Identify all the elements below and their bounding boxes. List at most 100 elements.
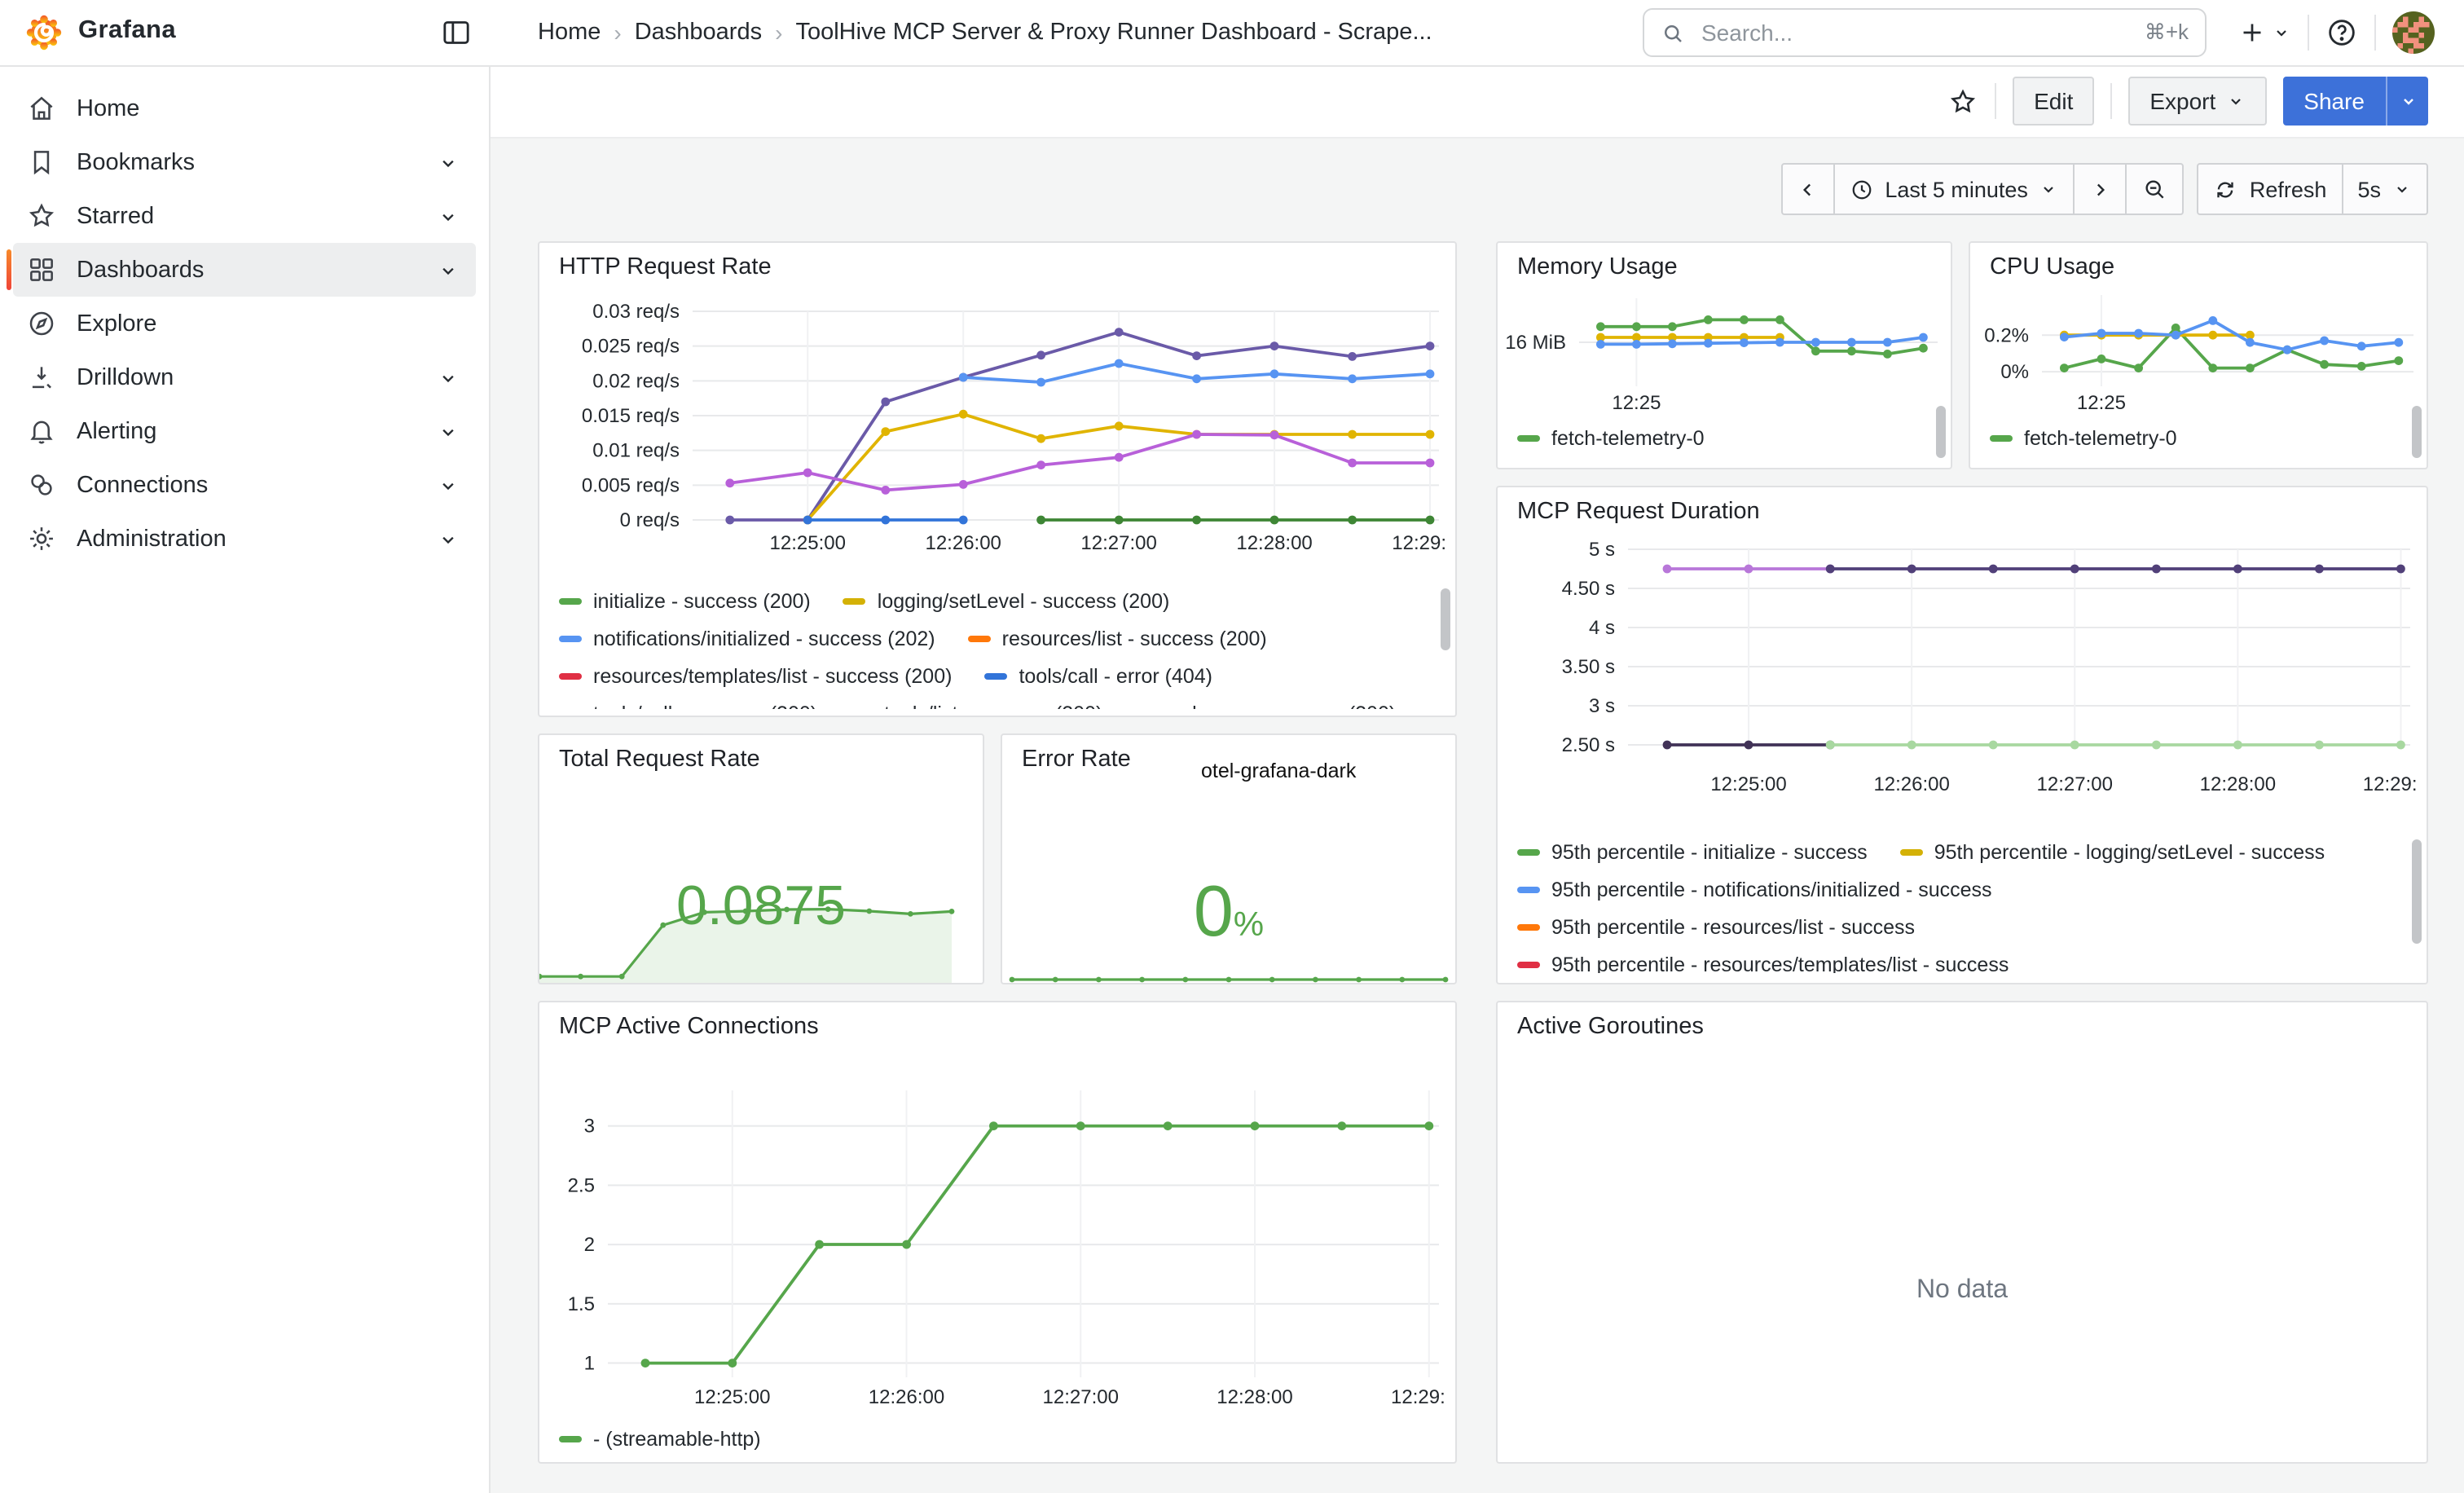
breadcrumb-home[interactable]: Home — [538, 20, 601, 46]
sidebar-item-alerting[interactable]: Alerting — [13, 404, 476, 458]
time-shift-forward-button[interactable] — [2074, 163, 2127, 215]
legend-label: unknown - success (200) — [1169, 702, 1396, 709]
mcp-request-duration-chart: 2.50 s3 s3.50 s4 s4.50 s5 s12:25:0012:26… — [1511, 533, 2417, 833]
export-button[interactable]: Export — [2128, 77, 2266, 126]
legend-item[interactable]: 95th percentile - initialize - success — [1517, 836, 1868, 867]
panel-title[interactable]: HTTP Request Rate — [559, 254, 772, 280]
chevron-down-icon[interactable] — [437, 258, 460, 281]
legend-item[interactable]: 95th percentile - notifications/initiali… — [1517, 874, 1992, 905]
svg-text:1.5: 1.5 — [568, 1293, 595, 1315]
legend-item[interactable]: 95th percentile - logging/setLevel - suc… — [1900, 836, 2325, 867]
sidebar-item-starred[interactable]: Starred — [13, 189, 476, 243]
new-button[interactable] — [2237, 18, 2291, 47]
home-icon — [26, 93, 57, 124]
sparkline — [1010, 977, 1449, 983]
refresh-interval-picker[interactable]: 5s — [2341, 163, 2428, 215]
sidebar-item-explore[interactable]: Explore — [13, 297, 476, 350]
legend-item[interactable]: tools/list - success (200) — [850, 698, 1102, 709]
svg-text:12:26:00: 12:26:00 — [1873, 773, 1949, 795]
panel-title[interactable]: Memory Usage — [1517, 254, 1678, 280]
dashboard-toolbar: Edit Export Share — [489, 65, 2464, 139]
legend-swatch — [1517, 961, 1540, 967]
svg-text:5 s: 5 s — [1589, 539, 1615, 561]
search-input[interactable] — [1698, 18, 2132, 47]
legend-item[interactable]: 95th percentile - resources/list - succe… — [1517, 911, 1915, 942]
chevron-down-icon[interactable] — [437, 527, 460, 550]
zoom-out-button[interactable] — [2126, 163, 2185, 215]
breadcrumb-current[interactable]: ToolHive MCP Server & Proxy Runner Dashb… — [795, 20, 1432, 46]
user-avatar[interactable] — [2392, 11, 2435, 54]
legend-item[interactable]: logging/setLevel - success (200) — [843, 585, 1170, 616]
legend-item[interactable]: fetch-telemetry-0 — [1517, 422, 1705, 453]
chevron-down-icon — [2392, 179, 2412, 199]
panel-title[interactable]: MCP Request Duration — [1517, 499, 1760, 525]
legend-label: fetch-telemetry-0 — [1551, 426, 1705, 449]
chevron-down-icon — [2225, 91, 2245, 111]
search-icon — [1661, 20, 1685, 45]
legend-label: fetch-telemetry-0 — [2024, 426, 2177, 449]
panel-mcp-active-connections: MCP Active Connections 11.522.5312:25:00… — [538, 1001, 1457, 1464]
navbar-actions — [2237, 0, 2435, 65]
legend-item[interactable]: fetch-telemetry-0 — [1990, 422, 2177, 453]
edit-button[interactable]: Edit — [2013, 77, 2094, 126]
search-input-box[interactable]: ⌘+k — [1643, 8, 2207, 57]
chevron-down-icon[interactable] — [437, 473, 460, 496]
chevron-down-icon[interactable] — [437, 366, 460, 389]
sidebar-item-administration[interactable]: Administration — [13, 512, 476, 566]
chevron-down-icon — [2398, 91, 2418, 111]
time-range-group: Last 5 minutes — [1780, 163, 2185, 215]
sidebar-item-bookmarks[interactable]: Bookmarks — [13, 135, 476, 189]
legend-scrollbar[interactable] — [1441, 588, 1450, 650]
legend-scrollbar[interactable] — [2412, 839, 2422, 944]
legend-label: 95th percentile - initialize - success — [1551, 840, 1868, 863]
breadcrumb-dashboards[interactable]: Dashboards — [635, 20, 762, 46]
legend-swatch — [559, 597, 582, 604]
legend-label: logging/setLevel - success (200) — [878, 589, 1170, 612]
sidebar-item-connections[interactable]: Connections — [13, 458, 476, 512]
help-button[interactable] — [2325, 16, 2358, 49]
legend-swatch — [559, 635, 582, 641]
time-range-picker[interactable]: Last 5 minutes — [1833, 163, 2075, 215]
grid — [608, 1090, 1439, 1377]
legend-item[interactable]: notifications/initialized - success (202… — [559, 623, 935, 654]
drilldown-icon — [26, 362, 57, 393]
refresh-group: Refresh 5s — [2198, 163, 2428, 215]
legend-item[interactable]: 95th percentile - resources/templates/li… — [1517, 949, 2009, 973]
svg-text:12:27:00: 12:27:00 — [1080, 532, 1156, 554]
refresh-button[interactable]: Refresh — [2198, 163, 2343, 215]
chevron-down-icon[interactable] — [437, 205, 460, 227]
legend-item[interactable]: - (streamable-http) — [559, 1423, 761, 1454]
legend-item[interactable]: tools/call - error (404) — [984, 660, 1212, 691]
panel-title[interactable]: CPU Usage — [1990, 254, 2114, 280]
legend-item[interactable]: initialize - success (200) — [559, 585, 811, 616]
zoom-out-icon — [2142, 176, 2168, 202]
sidebar-item-dashboards[interactable]: Dashboards — [13, 243, 476, 297]
legend-item[interactable]: unknown - success (200) — [1135, 698, 1396, 709]
share-options-button[interactable] — [2386, 77, 2428, 126]
legend-label: tools/list - success (200) — [884, 702, 1102, 709]
legend-item[interactable]: tools/call - success (200) — [559, 698, 817, 709]
grafana-logo-icon[interactable] — [24, 13, 64, 52]
panel-title[interactable]: Error Rate — [1022, 746, 1131, 773]
bookmark-icon — [26, 147, 57, 178]
legend-item[interactable]: resources/list - success (200) — [968, 623, 1267, 654]
chevron-down-icon[interactable] — [437, 420, 460, 443]
chevron-down-icon[interactable] — [437, 151, 460, 174]
legend-scrollbar[interactable] — [1936, 406, 1946, 458]
memory-usage-chart: 16 MiB12:25 — [1504, 285, 1944, 419]
time-shift-back-button[interactable] — [1780, 163, 1834, 215]
sidebar-item-home[interactable]: Home — [13, 81, 476, 135]
panel-title[interactable]: Total Request Rate — [559, 746, 760, 773]
panel-title[interactable]: Active Goroutines — [1517, 1014, 1704, 1040]
sidebar-item-drilldown[interactable]: Drilldown — [13, 350, 476, 404]
drag-tooltip-label: otel-grafana-dark — [1201, 760, 1356, 782]
sidebar-toggle-icon[interactable] — [440, 16, 473, 49]
favorite-star-button[interactable] — [1947, 86, 1978, 117]
legend-label: 95th percentile - notifications/initiali… — [1551, 878, 1992, 901]
legend-scrollbar[interactable] — [2412, 406, 2422, 458]
panel-title[interactable]: MCP Active Connections — [559, 1014, 819, 1040]
share-split-button: Share — [2282, 77, 2428, 126]
legend-item[interactable]: resources/templates/list - success (200) — [559, 660, 952, 691]
clock-icon — [1849, 177, 1873, 201]
share-button[interactable]: Share — [2282, 77, 2386, 126]
